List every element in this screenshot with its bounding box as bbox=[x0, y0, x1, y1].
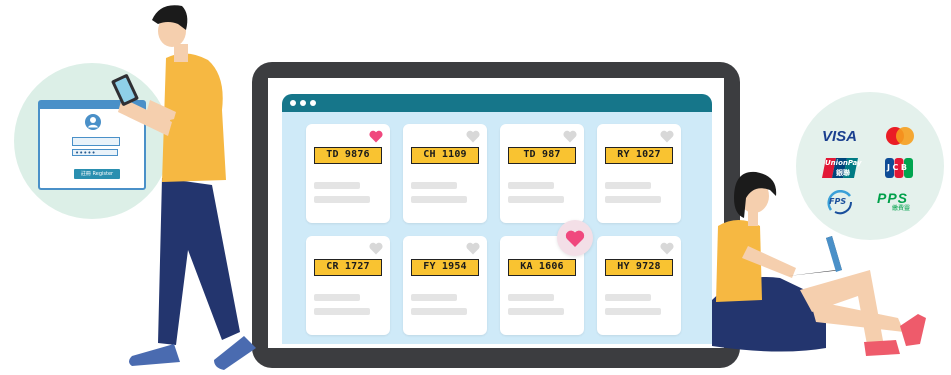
favorite-heart-icon[interactable] bbox=[466, 130, 480, 143]
placeholder-text-bar bbox=[605, 182, 651, 189]
license-plate: KA 1606 bbox=[508, 259, 576, 276]
heart-icon bbox=[565, 230, 585, 247]
license-plate: CR 1727 bbox=[314, 259, 382, 276]
license-plate: RY 1027 bbox=[605, 147, 673, 164]
favorite-heart-icon[interactable] bbox=[660, 130, 674, 143]
placeholder-text-bar bbox=[411, 196, 467, 203]
plate-card[interactable]: CH 1109 bbox=[403, 124, 487, 223]
window-dot-icon bbox=[310, 100, 316, 106]
plate-card[interactable]: FY 1954 bbox=[403, 236, 487, 335]
browser-window: TD 9876 CH 1109 TD 987 RY 1027 CR 1727 FY 195… bbox=[282, 94, 712, 344]
placeholder-text-bar bbox=[605, 308, 661, 315]
favorite-heart-bubble bbox=[557, 220, 593, 256]
placeholder-text-bar bbox=[605, 196, 661, 203]
user-avatar-icon bbox=[85, 114, 101, 130]
mastercard-logo bbox=[884, 126, 916, 146]
browser-titlebar bbox=[282, 94, 712, 112]
placeholder-text-bar bbox=[508, 182, 554, 189]
placeholder-text-bar bbox=[411, 294, 457, 301]
license-plate: HY 9728 bbox=[605, 259, 673, 276]
standing-man-illustration bbox=[111, 5, 256, 370]
placeholder-text-bar bbox=[605, 294, 651, 301]
placeholder-text-bar bbox=[314, 182, 360, 189]
visa-logo: VISA bbox=[822, 128, 858, 145]
plate-card[interactable]: HY 9728 bbox=[597, 236, 681, 335]
placeholder-text-bar bbox=[411, 182, 457, 189]
placeholder-text-bar bbox=[314, 294, 360, 301]
placeholder-text-bar bbox=[314, 308, 370, 315]
sitting-woman-illustration bbox=[712, 171, 926, 356]
favorite-heart-icon[interactable] bbox=[660, 242, 674, 255]
license-plate: CH 1109 bbox=[411, 147, 479, 164]
plate-card[interactable]: RY 1027 bbox=[597, 124, 681, 223]
license-plate: FY 1954 bbox=[411, 259, 479, 276]
favorite-heart-icon[interactable] bbox=[369, 242, 383, 255]
favorite-heart-icon[interactable] bbox=[466, 242, 480, 255]
placeholder-text-bar bbox=[508, 308, 564, 315]
placeholder-text-bar bbox=[314, 196, 370, 203]
favorite-heart-icon[interactable] bbox=[369, 130, 383, 143]
license-plate: TD 987 bbox=[508, 147, 576, 164]
placeholder-text-bar bbox=[508, 196, 564, 203]
plate-card[interactable]: CR 1727 bbox=[306, 236, 390, 335]
favorite-heart-icon[interactable] bbox=[563, 130, 577, 143]
license-plate: TD 9876 bbox=[314, 147, 382, 164]
placeholder-text-bar bbox=[411, 308, 467, 315]
plate-card[interactable]: TD 9876 bbox=[306, 124, 390, 223]
window-dot-icon bbox=[300, 100, 306, 106]
placeholder-text-bar bbox=[508, 294, 554, 301]
window-dot-icon bbox=[290, 100, 296, 106]
plate-card[interactable]: TD 987 bbox=[500, 124, 584, 223]
